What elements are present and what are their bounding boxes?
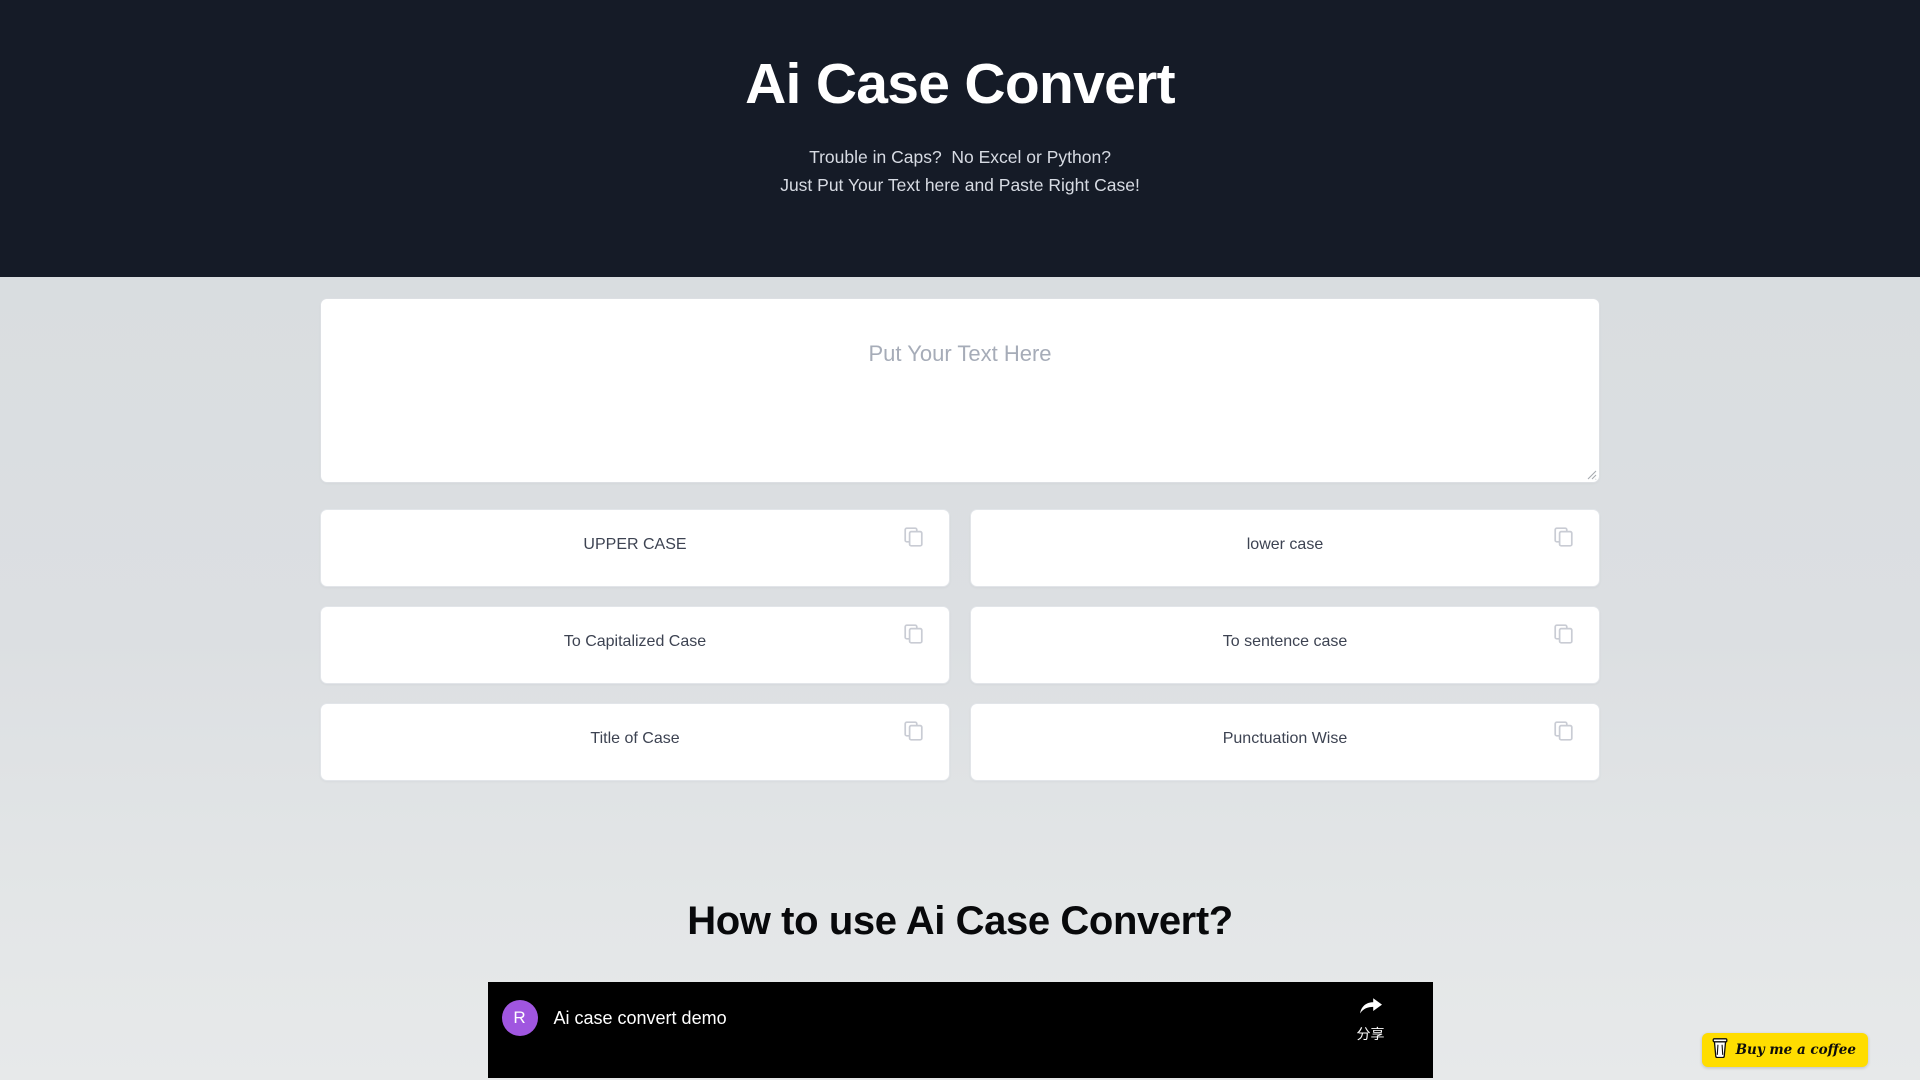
main-content: UPPER CASE lower case — [0, 277, 1920, 1080]
hero-header: Ai Case Convert Trouble in Caps? No Exce… — [0, 0, 1920, 277]
case-card-sentence[interactable]: To sentence case — [970, 606, 1600, 684]
text-input-wrapper — [320, 298, 1600, 483]
video-player[interactable]: R Ai case convert demo 分享 — [487, 982, 1433, 1078]
hero-subtitle: Trouble in Caps? No Excel or Python? Jus… — [780, 143, 1140, 200]
case-cards-grid: UPPER CASE lower case To Capitalized Cas… — [320, 509, 1600, 781]
copy-icon[interactable] — [901, 621, 927, 647]
case-card-punctuation[interactable]: Punctuation Wise — [970, 703, 1600, 781]
share-label: 分享 — [1356, 1027, 1385, 1043]
case-card-label: lower case — [1246, 536, 1324, 553]
buy-me-a-coffee-button[interactable]: Buy me a coffee — [1701, 1033, 1868, 1067]
video-topbar: R Ai case convert demo — [487, 982, 1433, 1054]
search-input[interactable] — [320, 298, 1600, 483]
case-card-upper[interactable]: UPPER CASE — [320, 509, 950, 587]
avatar: R — [501, 1000, 538, 1036]
case-card-lower[interactable]: lower case — [970, 509, 1600, 587]
copy-icon[interactable] — [901, 524, 927, 550]
case-card-label: UPPER CASE — [583, 536, 687, 553]
hero-subtitle-line-2: Just Put Your Text here and Paste Right … — [780, 174, 1140, 195]
case-card-label: To Capitalized Case — [563, 633, 707, 650]
copy-icon[interactable] — [901, 718, 927, 744]
case-card-capitalized[interactable]: To Capitalized Case — [320, 606, 950, 684]
copy-icon[interactable] — [1551, 718, 1577, 744]
howto-section: How to use Ai Case Convert? R Ai case co… — [320, 899, 1600, 1078]
case-card-label: To sentence case — [1222, 633, 1348, 650]
video-title: Ai case convert demo — [553, 1007, 727, 1028]
howto-title: How to use Ai Case Convert? — [687, 899, 1233, 943]
buy-me-a-coffee-label: Buy me a coffee — [1735, 1042, 1856, 1058]
content-container: UPPER CASE lower case — [320, 277, 1600, 1078]
coffee-cup-icon — [1712, 1037, 1728, 1063]
copy-icon[interactable] — [1551, 524, 1577, 550]
case-card-label: Title of Case — [590, 730, 680, 747]
hero-subtitle-line-1: Trouble in Caps? No Excel or Python? — [809, 146, 1111, 167]
share-arrow-icon — [1358, 996, 1384, 1021]
case-card-label: Punctuation Wise — [1222, 730, 1348, 747]
case-card-title[interactable]: Title of Case — [320, 703, 950, 781]
copy-icon[interactable] — [1551, 621, 1577, 647]
share-button[interactable]: 分享 — [1343, 996, 1399, 1044]
page-title: Ai Case Convert — [745, 52, 1176, 116]
